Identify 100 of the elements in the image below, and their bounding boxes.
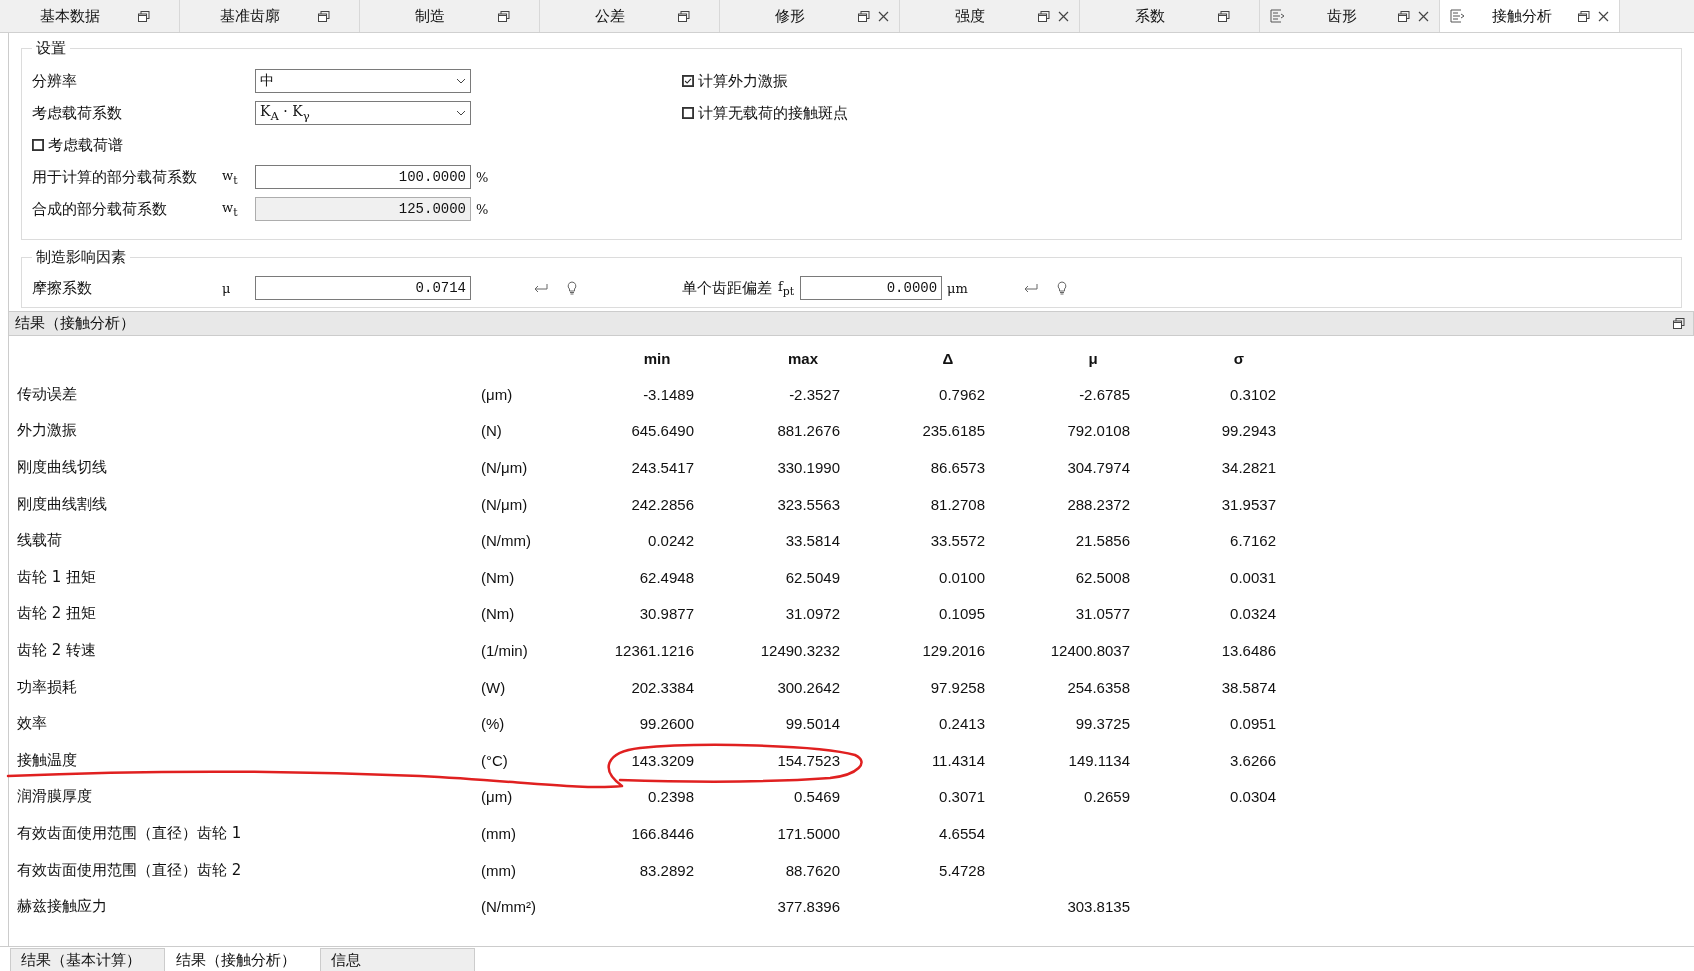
tab[interactable]: 结果（基本计算）: [10, 948, 165, 971]
table-cell-text: 34.2821: [1220, 459, 1276, 476]
group-title: 制造影响因素: [35, 248, 127, 267]
table-cell-text: 11.4314: [930, 751, 985, 769]
table-cell-text: 31.9537: [1220, 495, 1276, 513]
table-cell-text: 99.2943: [1220, 422, 1276, 440]
row-label: 传动误差: [17, 384, 78, 404]
restore-icon[interactable]: [858, 10, 870, 22]
table-cell-text: 86.6573: [929, 459, 985, 476]
table-cell-text: 30.9877: [638, 605, 694, 623]
table-cell-text: 881.2676: [776, 422, 840, 440]
number-field[interactable]: 125.0000: [255, 197, 471, 221]
document-icon: [1270, 9, 1286, 23]
table-cell-text: 0.2398: [647, 788, 694, 806]
unit-label: (mm): [481, 861, 517, 879]
return-arrow-icon[interactable]: [533, 283, 549, 293]
number-field[interactable]: 0.0714: [255, 276, 471, 300]
checkbox-label: 计算无载荷的接触斑点: [698, 103, 848, 123]
symbol: f$_{pt}$: [778, 278, 796, 298]
row-label: 接触温度: [17, 750, 78, 770]
unit-label: (N/μm): [481, 459, 529, 476]
restore-icon[interactable]: [498, 10, 510, 22]
restore-icon[interactable]: [678, 10, 690, 22]
row-label: 有效齿面使用范围（直径）齿轮 2: [17, 860, 243, 880]
unit-label: (N/μm): [481, 495, 529, 513]
table-cell-text: 792.0108: [1066, 422, 1130, 440]
close-icon[interactable]: [1418, 10, 1429, 22]
table-cell-text: 645.6490: [630, 422, 694, 440]
close-icon[interactable]: [878, 10, 889, 22]
table-cell-text: -2.3527: [788, 385, 840, 403]
table-cell-text: 0.5469: [793, 788, 840, 806]
table-cell-text: 99.2600: [638, 715, 694, 733]
close-icon[interactable]: [1598, 10, 1609, 22]
table-cell-text: 62.4948: [638, 568, 694, 586]
field-label: 考虑载荷系数: [32, 103, 123, 123]
restore-icon[interactable]: [1578, 10, 1590, 22]
table-cell-text: 33.5572: [929, 532, 985, 550]
table-cell-text: -2.6785: [1078, 385, 1130, 403]
table-cell-text: 154.7523: [776, 751, 840, 769]
checkbox[interactable]: [32, 139, 44, 151]
table-cell-text: 12490.3232: [759, 641, 840, 659]
unit-label: (Nm): [481, 605, 516, 623]
table-cell-text: 0.7962: [938, 385, 985, 403]
close-icon[interactable]: [1058, 10, 1069, 22]
unit-label: (1/min): [481, 641, 529, 659]
field-label: 摩擦系数: [32, 278, 93, 298]
table-cell-text: 99.5014: [784, 715, 840, 733]
table-cell-text: 0.3071: [938, 788, 985, 806]
table-cell-text: 303.8135: [1066, 898, 1130, 916]
symbol: μ: [222, 280, 232, 296]
field-label: 单个齿距偏差: [682, 278, 773, 298]
unit-label: (W): [481, 678, 507, 696]
column-header: max: [787, 349, 819, 367]
unit-label: (°C): [481, 751, 509, 769]
table-cell-text: 5.4728: [938, 861, 985, 879]
dropdown[interactable]: K$_{A}$ · K$_{γ}$: [255, 101, 471, 125]
restore-icon[interactable]: [1398, 10, 1410, 22]
restore-icon[interactable]: [318, 10, 330, 22]
table-cell-text: 0.0304: [1229, 788, 1276, 806]
table-cell-text: 330.1990: [776, 459, 840, 476]
unit-label: (μm): [481, 788, 514, 806]
unit-label: (N): [481, 422, 503, 440]
tab[interactable]: 接触分析: [1440, 0, 1620, 32]
symbol: w$_{t}$: [222, 167, 239, 187]
table-cell-text: 304.7974: [1066, 459, 1130, 476]
table-cell-text: 12400.8037: [1049, 641, 1130, 659]
return-arrow-icon[interactable]: [1022, 283, 1039, 293]
restore-icon[interactable]: [1218, 10, 1230, 22]
table-cell-text: 33.5814: [784, 532, 840, 550]
number-field[interactable]: 100.0000: [255, 165, 471, 189]
table-cell-text: 62.5008: [1074, 568, 1130, 586]
unit-label: (Nm): [481, 568, 516, 586]
unit-label: (%): [481, 715, 506, 733]
table-cell-text: 62.5049: [784, 568, 840, 586]
table-cell-text: 0.0100: [938, 568, 985, 586]
chevron-down-icon: [456, 78, 466, 84]
lightbulb-icon[interactable]: [567, 281, 577, 295]
symbol: w$_{t}$: [222, 199, 239, 219]
table-cell-text: 88.7620: [784, 861, 840, 879]
row-label: 外力激振: [17, 421, 78, 441]
dropdown[interactable]: 中: [255, 69, 471, 93]
checkbox[interactable]: [682, 107, 694, 119]
table-cell-text: -3.1489: [642, 385, 694, 403]
checkbox-label: 考虑载荷谱: [48, 135, 123, 155]
number-field[interactable]: 0.0000: [800, 276, 943, 300]
table-cell-text: 377.8396: [776, 898, 840, 916]
table-cell-text: 12361.1216: [613, 641, 694, 659]
row-label: 润滑膜厚度: [17, 787, 93, 807]
row-label: 线载荷: [17, 531, 63, 551]
row-label: 刚度曲线割线: [17, 494, 108, 514]
restore-icon[interactable]: [1038, 10, 1050, 22]
restore-icon[interactable]: [1673, 318, 1685, 329]
table-cell-text: 243.5417: [630, 459, 694, 476]
table-cell-text: 4.6554: [938, 824, 985, 842]
tab[interactable]: 信息: [320, 948, 475, 971]
lightbulb-icon[interactable]: [1056, 281, 1067, 295]
field-label: 合成的部分载荷系数: [32, 199, 168, 219]
restore-icon[interactable]: [138, 10, 150, 22]
table-cell-text: 97.9258: [929, 678, 985, 696]
checkbox[interactable]: [682, 75, 694, 87]
